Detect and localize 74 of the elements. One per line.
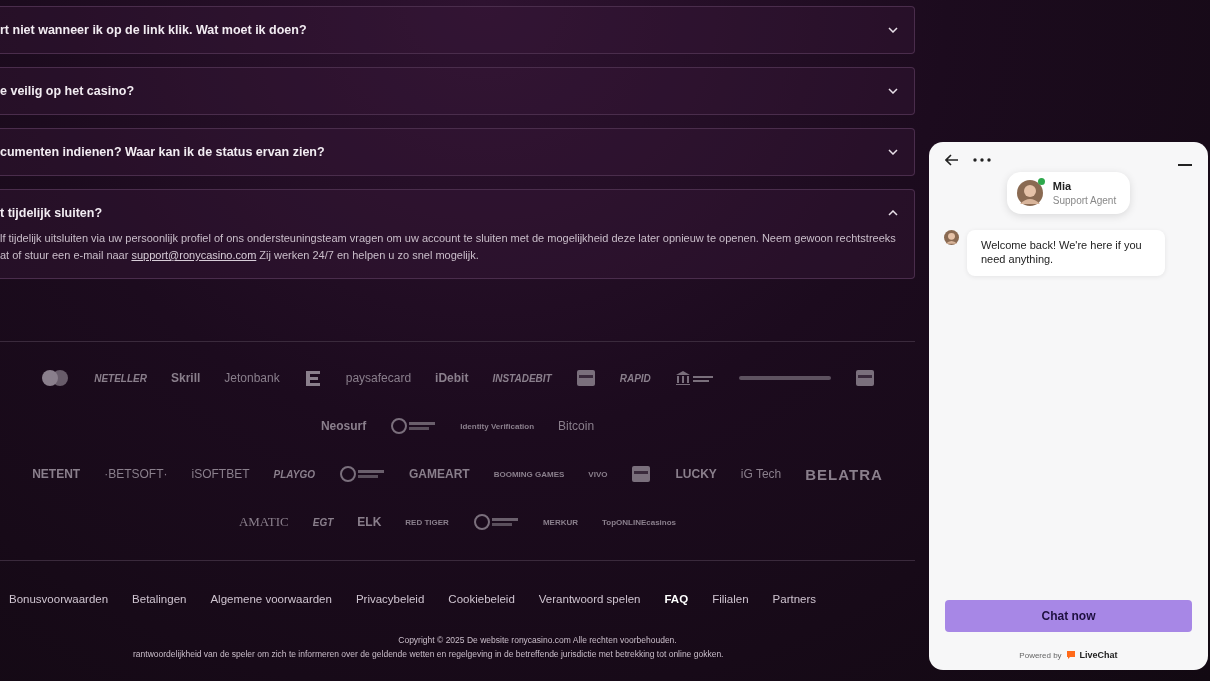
logo: VIVO bbox=[588, 469, 608, 479]
footer-link[interactable]: Privacybeleid bbox=[355, 593, 425, 605]
answer-text: lf tijdelijk uitsluiten via uw persoonlijk profiel of ons ondersteuningsteam vragen om uw account te sluiten met de mogelijkheid deze later opnieuw te openen. Neem gewoon rechtstreeks bbox=[0, 231, 897, 246]
bank-icon bbox=[674, 370, 715, 386]
powered-by-text: Powered by bbox=[1019, 650, 1062, 660]
back-icon[interactable] bbox=[945, 154, 959, 166]
disclaimer-text: rantwoordelijkheid van de speler om zich te informeren over de geldende wetten en regelgeving in de betreffende jurisdictie met betrekking tot online gokken. bbox=[133, 649, 725, 659]
footer-link[interactable]: Bonusvoorwaarden bbox=[9, 593, 109, 605]
logo-icon bbox=[390, 417, 437, 435]
logo: iG Tech bbox=[740, 467, 782, 481]
logo-strip-icon bbox=[738, 375, 831, 381]
logo: TopONLINEcasinos bbox=[602, 517, 677, 527]
faq-question[interactable]: e veilig op het casino? bbox=[0, 84, 135, 98]
card-icon bbox=[854, 369, 875, 387]
logo: BOOMING GAMES bbox=[493, 469, 565, 479]
chevron-icon[interactable] bbox=[888, 210, 898, 216]
faq-item[interactable]: e veilig op het casino? bbox=[0, 67, 915, 115]
email-link[interactable]: support@ronycasino.com bbox=[131, 247, 257, 264]
logo: ·BETSOFT· bbox=[104, 467, 168, 481]
logo: paysafecard bbox=[345, 371, 412, 385]
logo: Bitcoin bbox=[558, 419, 595, 433]
faq-question[interactable]: cumenten indienen? Waar kan ik de status ervan zien? bbox=[0, 145, 325, 159]
faq-item[interactable] bbox=[0, 189, 915, 279]
chevron-icon[interactable] bbox=[888, 88, 898, 94]
logo: AMATIC bbox=[238, 514, 289, 530]
logo: RAPID bbox=[619, 372, 651, 384]
faq-question[interactable]: rt niet wanneer ik op de link klik. Wat moet ik doen? bbox=[0, 23, 307, 37]
copyright-text: Copyright © 2025 De website ronycasino.com Alle rechten voorbehouden. bbox=[397, 635, 678, 645]
logo: INSTADEBIT bbox=[492, 372, 552, 384]
logo-icon bbox=[472, 513, 519, 531]
logo-icon bbox=[303, 369, 322, 387]
footer-link[interactable]: Verantwoord spelen bbox=[538, 593, 641, 605]
card-logo-icon bbox=[40, 369, 71, 387]
logo: LUCKY bbox=[675, 467, 717, 481]
card-icon bbox=[631, 465, 652, 483]
footer-link[interactable]: Partners bbox=[772, 593, 817, 605]
logo: Neosurf bbox=[320, 419, 367, 433]
logo: RED TIGER bbox=[405, 517, 449, 527]
logo: PLAYGO bbox=[273, 468, 315, 480]
logo-icon bbox=[339, 465, 385, 483]
faq-question[interactable]: t tijdelijk sluiten? bbox=[0, 206, 103, 220]
avatar-icon bbox=[944, 230, 959, 245]
avatar-icon bbox=[1016, 180, 1043, 206]
card-icon bbox=[575, 369, 596, 387]
footer-link[interactable]: Filialen bbox=[712, 593, 749, 605]
logo: NETENT bbox=[32, 467, 81, 481]
footer-link[interactable]: FAQ bbox=[664, 593, 689, 605]
logo: EGT bbox=[312, 516, 334, 528]
logo: Identity Verification bbox=[460, 421, 535, 431]
chevron-icon[interactable] bbox=[888, 27, 898, 33]
logo: NETELLER bbox=[94, 372, 147, 384]
logo: iDebit bbox=[435, 371, 469, 385]
answer-text: at of stuur een e-mail naar bbox=[0, 248, 129, 263]
brand-name: LiveChat bbox=[1079, 650, 1118, 660]
logo: Skrill bbox=[170, 371, 201, 385]
logo: Jetonbank bbox=[224, 371, 280, 385]
answer-text: Zij werken 24/7 en helpen u zo snel mogelijk. bbox=[259, 248, 479, 263]
footer-link[interactable]: Betalingen bbox=[132, 593, 187, 605]
faq-item[interactable]: rt niet wanneer ik op de link klik. Wat moet ik doen? bbox=[0, 6, 915, 54]
chat-now-button[interactable]: Chat now bbox=[945, 600, 1192, 632]
agent-role: Support Agent bbox=[1052, 195, 1117, 206]
footer-link[interactable]: Algemene voorwaarden bbox=[210, 593, 332, 605]
faq-item[interactable]: cumenten indienen? Waar kan ik de status ervan zien? bbox=[0, 128, 915, 176]
logo: ELK bbox=[357, 515, 382, 529]
logo: GAMEART bbox=[409, 467, 470, 481]
logo: iSOFTBET bbox=[191, 467, 250, 481]
footer-link[interactable]: Cookiebeleid bbox=[448, 593, 515, 605]
logo: BELATRA bbox=[805, 465, 883, 483]
agent-name: Mia bbox=[1052, 180, 1073, 192]
logo: MERKUR bbox=[542, 517, 578, 527]
more-icon[interactable] bbox=[973, 158, 991, 162]
chevron-icon[interactable] bbox=[888, 149, 898, 155]
chat-message: Welcome back! We're here if you need anything. bbox=[967, 230, 1165, 276]
chat-bubble-icon bbox=[1065, 650, 1076, 660]
